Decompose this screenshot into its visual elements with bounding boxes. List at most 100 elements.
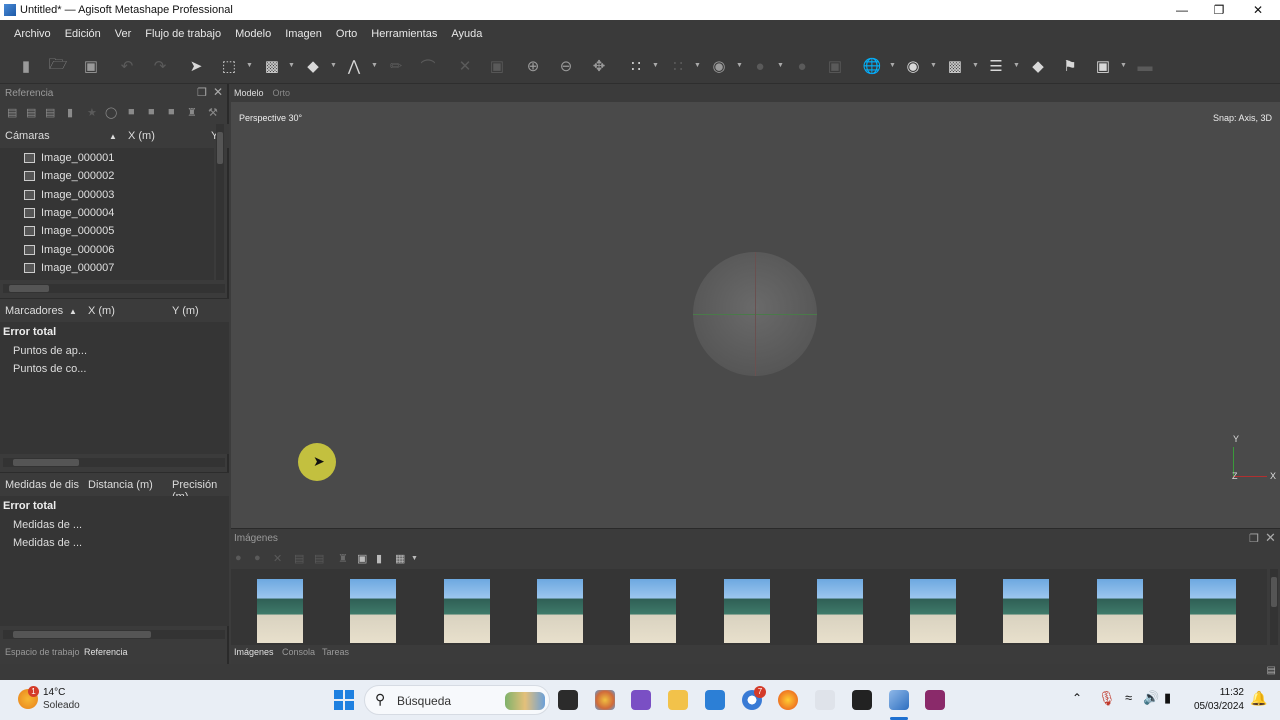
- model-viewport[interactable]: Modelo Orto Perspective 30° Snap: Axis, …: [231, 84, 1280, 528]
- camera-checkbox[interactable]: [5, 191, 15, 201]
- globe-icon[interactable]: 🌐: [863, 57, 882, 75]
- globe-dropdown-icon[interactable]: ▼: [889, 62, 896, 69]
- float-panel-icon[interactable]: ❐: [197, 86, 207, 99]
- image-thumbnail[interactable]: [536, 579, 583, 643]
- scalebars-control[interactable]: Medidas de ...: [13, 519, 82, 531]
- recorder-app-icon[interactable]: [925, 690, 945, 710]
- close-icon[interactable]: ✕: [1238, 0, 1278, 20]
- texture-icon[interactable]: ●: [793, 57, 811, 75]
- menu-ver[interactable]: Ver: [115, 28, 132, 40]
- markers-control-points[interactable]: Puntos de ap...: [13, 345, 87, 357]
- settings-tools-icon[interactable]: ⚒: [208, 106, 218, 119]
- trackball-sphere[interactable]: [693, 252, 817, 376]
- scrollbar-thumb[interactable]: [13, 459, 79, 466]
- marker-y-column-header[interactable]: Y (m): [172, 305, 199, 317]
- distance-column-header[interactable]: Distancia (m): [88, 479, 153, 491]
- camera-row[interactable]: Image_000005: [0, 223, 214, 241]
- images-vertical-scrollbar[interactable]: [1270, 569, 1278, 645]
- convert-icon[interactable]: ▤: [45, 106, 55, 119]
- import-icon[interactable]: ▤: [7, 106, 17, 119]
- volume-icon[interactable]: 🔊: [1143, 690, 1159, 706]
- windows-start-icon[interactable]: [334, 690, 354, 710]
- image-thumbnail[interactable]: [443, 579, 490, 643]
- point-cloud-icon[interactable]: ∷: [627, 57, 645, 75]
- camera-checkbox[interactable]: [5, 227, 15, 237]
- wifi-icon[interactable]: ≈: [1125, 690, 1132, 705]
- camera-checkbox[interactable]: [5, 209, 15, 219]
- weather-desc[interactable]: Soleado: [43, 700, 80, 711]
- menu-archivo[interactable]: Archivo: [14, 28, 51, 40]
- image-thumbnail[interactable]: [816, 579, 863, 643]
- close-panel-icon[interactable]: ✕: [1265, 530, 1276, 546]
- open-folder-icon[interactable]: 🗁: [49, 56, 68, 75]
- search-box[interactable]: ⚲ Búsqueda: [364, 685, 550, 715]
- camera-x-column-header[interactable]: X (m): [128, 130, 155, 142]
- view-source-icon[interactable]: ■: [168, 106, 175, 118]
- image-thumbnail[interactable]: [630, 579, 677, 643]
- draw-dropdown-icon[interactable]: ▼: [371, 62, 378, 69]
- cameras-horizontal-scrollbar[interactable]: [3, 284, 225, 293]
- camera-row[interactable]: Image_000001: [0, 150, 214, 168]
- region-dropdown-icon[interactable]: ▼: [288, 62, 295, 69]
- rotate-right-icon[interactable]: ▤: [314, 552, 324, 565]
- notification-bell-icon[interactable]: 🔔: [1250, 690, 1267, 707]
- chevron-up-icon[interactable]: ⌃: [1072, 691, 1082, 705]
- navigation-arrow-icon[interactable]: ➤: [187, 57, 205, 75]
- camera-row[interactable]: Image_000003: [0, 187, 214, 205]
- lines-dropdown-icon[interactable]: ▼: [1013, 62, 1020, 69]
- menu-edicion[interactable]: Edición: [65, 28, 101, 40]
- scalebars-column-header[interactable]: Medidas de dis: [5, 479, 79, 491]
- task-view-icon[interactable]: [558, 690, 578, 710]
- filter-icon[interactable]: ♜: [187, 106, 197, 119]
- menu-herramientas[interactable]: Herramientas: [371, 28, 437, 40]
- details-view-icon[interactable]: ▮: [376, 552, 382, 565]
- new-document-icon[interactable]: ▮: [17, 57, 35, 75]
- cameras-column-header[interactable]: Cámaras: [5, 130, 50, 142]
- float-panel-icon[interactable]: ❐: [1249, 532, 1259, 545]
- rotate-dropdown-icon[interactable]: ▼: [330, 62, 337, 69]
- rotate-left-icon[interactable]: ▤: [294, 552, 304, 565]
- file-explorer-icon[interactable]: [668, 690, 688, 710]
- scalebars-error-total[interactable]: Error total: [3, 500, 56, 512]
- scrollbar-thumb[interactable]: [9, 285, 49, 292]
- scrollbar-thumb[interactable]: [1271, 577, 1277, 607]
- undo-icon[interactable]: ↶: [118, 57, 136, 75]
- menu-orto[interactable]: Orto: [336, 28, 357, 40]
- restore-icon[interactable]: ❐: [1199, 0, 1239, 20]
- battery-icon[interactable]: ▮: [1164, 690, 1171, 706]
- redo-icon[interactable]: ↷: [151, 57, 169, 75]
- clock-time[interactable]: 11:32: [1210, 687, 1244, 698]
- menu-lines-icon[interactable]: ☰: [987, 57, 1005, 75]
- tiled-model-icon[interactable]: ●: [751, 57, 769, 75]
- image-thumbnail[interactable]: [723, 579, 770, 643]
- thumbnails-view-icon[interactable]: ▣: [357, 552, 367, 565]
- image-thumbnail[interactable]: [910, 579, 957, 643]
- dem-icon[interactable]: ▣: [826, 57, 844, 75]
- dense-cloud-dropdown-icon[interactable]: ▼: [694, 62, 701, 69]
- ruler-icon[interactable]: ✏: [387, 57, 405, 75]
- scrollbar-thumb[interactable]: [13, 631, 151, 638]
- camera-row[interactable]: Image_000004: [0, 205, 214, 223]
- rectangle-selection-icon[interactable]: ⬚: [220, 57, 238, 75]
- camera-checkbox[interactable]: [5, 172, 15, 182]
- blank-document-icon[interactable]: [815, 690, 835, 710]
- show-cameras-icon[interactable]: ▩: [946, 57, 964, 75]
- view-mode-icon[interactable]: ▦: [395, 552, 405, 565]
- filter-by-marker-icon[interactable]: ♜: [338, 552, 348, 565]
- markers-column-header[interactable]: Marcadores: [5, 305, 63, 317]
- export-icon[interactable]: ▤: [26, 106, 36, 119]
- zoom-in-icon[interactable]: ⊕: [524, 57, 542, 75]
- image-thumbnail[interactable]: [1096, 579, 1143, 643]
- delete-selection-icon[interactable]: ✕: [456, 57, 474, 75]
- image-thumbnail[interactable]: [350, 579, 397, 643]
- tab-orto[interactable]: Orto: [273, 88, 291, 98]
- view-errors-icon[interactable]: ■: [128, 106, 135, 118]
- view-mode-dropdown-icon[interactable]: ▼: [411, 555, 418, 562]
- camera-dropdown-icon[interactable]: ▼: [930, 62, 937, 69]
- star-icon[interactable]: ★: [87, 106, 97, 119]
- camera-row[interactable]: Image_000002: [0, 168, 214, 186]
- tiled-model-dropdown-icon[interactable]: ▼: [777, 62, 784, 69]
- camera-icon[interactable]: ◉: [904, 57, 922, 75]
- resize-region-icon[interactable]: ▩: [263, 57, 281, 75]
- markers-error-total[interactable]: Error total: [3, 326, 56, 338]
